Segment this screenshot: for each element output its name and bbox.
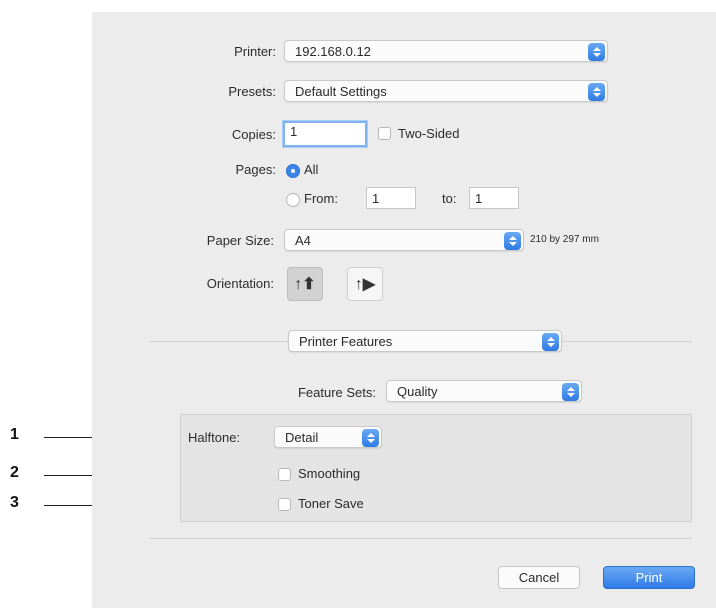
pages-to-field[interactable]: 1 — [469, 187, 519, 209]
bottom-divider — [150, 538, 692, 539]
printer-value: 192.168.0.12 — [295, 44, 371, 59]
printer-chevron-icon — [588, 43, 605, 61]
callout-number-3: 3 — [10, 494, 19, 511]
halftone-popup[interactable]: Detail — [274, 426, 382, 448]
cancel-button[interactable]: Cancel — [498, 566, 580, 589]
two-sided-label: Two-Sided — [398, 126, 460, 141]
paper-size-chevron-icon — [504, 232, 521, 250]
pages-to-label: to: — [442, 191, 457, 206]
paper-size-value: A4 — [295, 233, 311, 248]
pages-from-label: From: — [304, 191, 338, 206]
toner-save-label: Toner Save — [298, 496, 364, 511]
presets-chevron-icon — [588, 83, 605, 101]
pages-all-radio[interactable] — [286, 164, 300, 178]
section-value: Printer Features — [299, 334, 393, 349]
halftone-chevron-icon — [362, 429, 379, 447]
paper-size-label: Paper Size: — [206, 233, 274, 248]
smoothing-checkbox[interactable] — [278, 468, 291, 481]
presets-label: Presets: — [228, 84, 276, 99]
toner-save-checkbox[interactable] — [278, 498, 291, 511]
feature-sets-popup[interactable]: Quality — [386, 380, 582, 402]
copies-field[interactable]: 1 — [283, 121, 367, 147]
orientation-label: Orientation: — [206, 276, 274, 291]
portrait-icon: ↑⬆ — [294, 276, 316, 293]
feature-sets-label: Feature Sets: — [297, 385, 376, 400]
copies-label: Copies: — [231, 127, 276, 142]
printer-popup[interactable]: 192.168.0.12 — [284, 40, 608, 62]
section-divider-left — [150, 341, 290, 342]
landscape-icon: ↑▶ — [354, 276, 376, 293]
pages-from-radio[interactable] — [286, 193, 300, 207]
portrait-orientation-button[interactable]: ↑⬆ — [287, 267, 323, 301]
presets-popup[interactable]: Default Settings — [284, 80, 608, 102]
presets-value: Default Settings — [295, 84, 387, 99]
features-group-box — [180, 414, 692, 522]
callout-number-1: 1 — [10, 426, 19, 443]
feature-sets-value: Quality — [397, 384, 438, 399]
pages-label: Pages: — [235, 162, 276, 177]
landscape-orientation-button[interactable]: ↑▶ — [347, 267, 383, 301]
halftone-value: Detail — [285, 430, 319, 445]
section-popup[interactable]: Printer Features — [288, 330, 562, 352]
halftone-label: Halftone: — [188, 430, 241, 445]
section-chevron-icon — [542, 333, 559, 351]
feature-sets-chevron-icon — [562, 383, 579, 401]
paper-size-popup[interactable]: A4 — [284, 229, 524, 251]
two-sided-checkbox[interactable] — [378, 127, 391, 140]
pages-from-field[interactable]: 1 — [366, 187, 416, 209]
smoothing-label: Smoothing — [298, 466, 361, 481]
section-divider-right — [562, 341, 692, 342]
callout-number-2: 2 — [10, 464, 19, 481]
print-button[interactable]: Print — [603, 566, 695, 589]
paper-dimensions: 210 by 297 mm — [530, 234, 599, 245]
pages-all-label: All — [304, 162, 319, 177]
printer-label: Printer: — [234, 44, 276, 59]
